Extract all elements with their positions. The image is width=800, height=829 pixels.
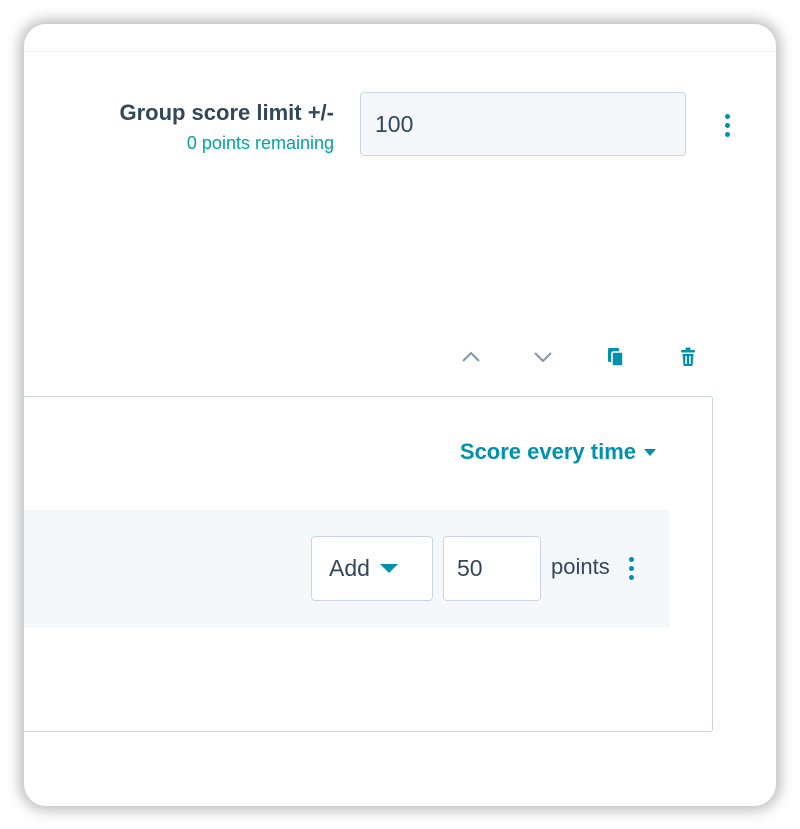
points-remaining-text: 0 points remaining <box>186 133 334 153</box>
points-amount-input[interactable] <box>443 536 541 601</box>
score-frequency-dropdown[interactable]: Score every time <box>460 439 656 465</box>
score-action-value: Add <box>329 555 370 581</box>
scoring-criteria-card: Score every time Add points <box>24 396 713 732</box>
group-score-limit-label: Group score limit +/- 0 points remaining <box>119 99 334 155</box>
chevron-down-icon[interactable] <box>531 345 555 369</box>
group-score-limit-input[interactable] <box>360 92 686 156</box>
window-frame: Group score limit +/- 0 points remaining… <box>24 24 776 806</box>
points-unit-label: points <box>551 554 610 579</box>
group-more-options-icon[interactable] <box>717 110 737 140</box>
chevron-up-icon[interactable] <box>459 345 483 369</box>
score-action-select[interactable]: Add <box>311 536 433 601</box>
group-score-limit-title: Group score limit +/- <box>119 100 334 125</box>
rule-more-options-icon[interactable] <box>621 553 641 583</box>
scoring-rule-row: Add points <box>24 510 670 628</box>
top-divider <box>24 51 776 52</box>
score-frequency-label: Score every time <box>459 439 636 464</box>
copy-icon[interactable] <box>604 345 628 369</box>
caret-down-icon <box>379 564 398 573</box>
caret-down-icon <box>644 448 656 456</box>
trash-icon[interactable] <box>676 345 700 369</box>
